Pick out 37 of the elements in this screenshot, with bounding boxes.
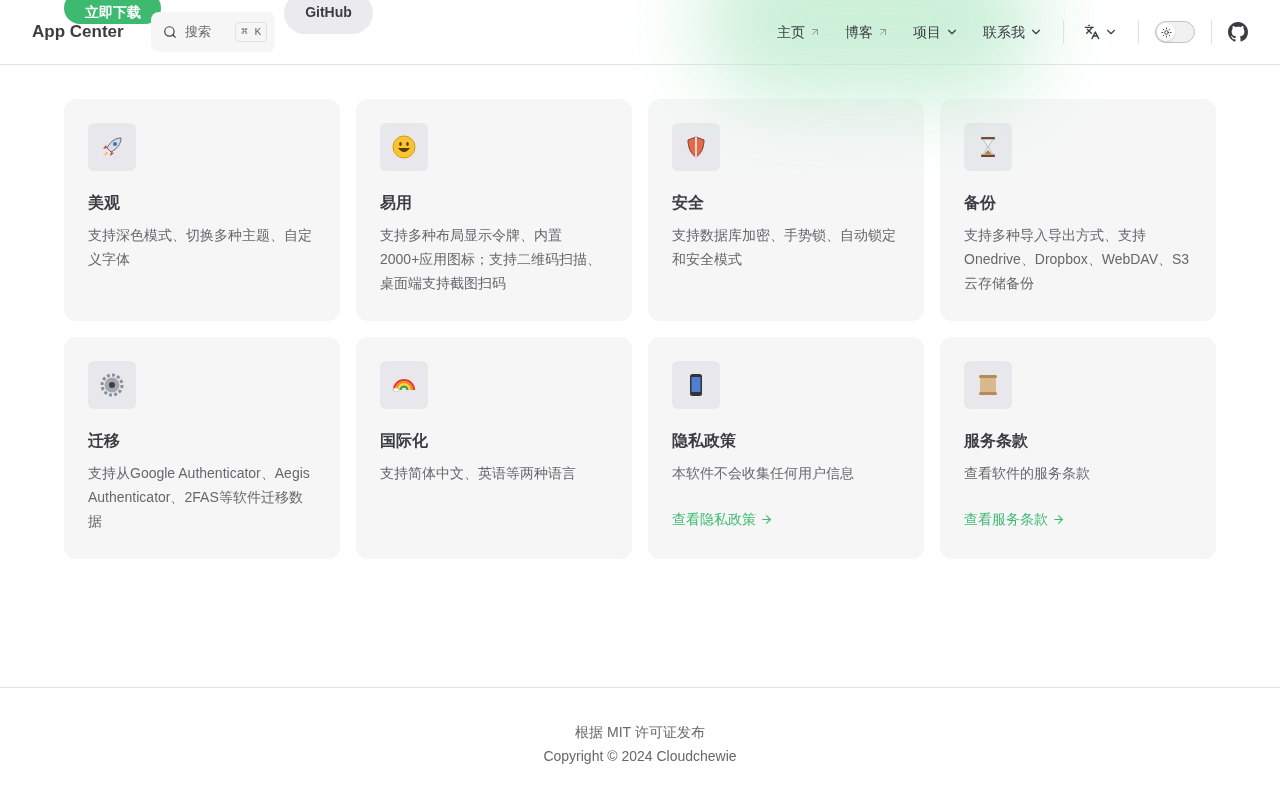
feature-description: 查看软件的服务条款	[964, 464, 1091, 483]
search-icon	[163, 25, 177, 39]
arrow-right-icon	[760, 512, 773, 526]
nav-link[interactable]: 项目	[901, 22, 971, 42]
feature-title: 隐私政策	[672, 431, 737, 451]
translate-icon	[1084, 24, 1100, 40]
external-link-icon	[877, 26, 889, 38]
feature-description: 支持简体中文、英语等两种语言	[380, 464, 577, 483]
gear-icon	[99, 372, 125, 398]
nav-link[interactable]: 联系我	[971, 22, 1055, 42]
smiley-icon	[391, 134, 417, 160]
hero-button[interactable]: GitHub	[284, 0, 373, 34]
search-field[interactable]: 搜索 ⌘ K	[151, 12, 275, 52]
feature-title: 国际化	[380, 431, 429, 451]
nav-link[interactable]: 主页	[765, 22, 833, 42]
feature-title: 安全	[672, 193, 705, 213]
feature-description: 本软件不会收集任何用户信息	[672, 464, 855, 483]
theme-switch[interactable]	[1155, 21, 1195, 43]
feature-description: 支持数据库加密、手势锁、自动锁定和安全模式	[672, 226, 897, 269]
feature-title: 迁移	[88, 431, 121, 451]
shortcut-key: ⌘ K	[235, 21, 267, 43]
feature-title: 美观	[88, 193, 121, 213]
feature-title: 服务条款	[964, 431, 1029, 451]
search-placeholder: 搜索	[185, 23, 211, 42]
feature-description: 支持深色模式、切换多种主题、自定义字体	[88, 226, 313, 269]
feature-description: 支持多种导入导出方式、支持Onedrive、Dropbox、WebDAV、S3云存储备份	[964, 226, 1191, 293]
feature-description: 支持从Google Authenticator、Aegis Authenticator、2FAS等软件迁移数据	[88, 464, 311, 531]
nav-link[interactable]: 博客	[833, 22, 901, 42]
external-link-icon	[809, 26, 821, 38]
feature-title: 易用	[380, 193, 413, 213]
rainbow-icon	[391, 378, 417, 392]
feature-description: 支持多种布局显示令牌、内置2000+应用图标；支持二维码扫描、桌面端支持截图扫码	[380, 226, 603, 293]
arrow-right-icon	[1052, 512, 1065, 526]
copyright-text: Copyright © 2024 Cloudchewie	[543, 747, 737, 766]
github-icon[interactable]	[1228, 22, 1248, 42]
license-text: 根据 MIT 许可证发布	[575, 723, 705, 742]
feature-title: 备份	[964, 193, 997, 213]
